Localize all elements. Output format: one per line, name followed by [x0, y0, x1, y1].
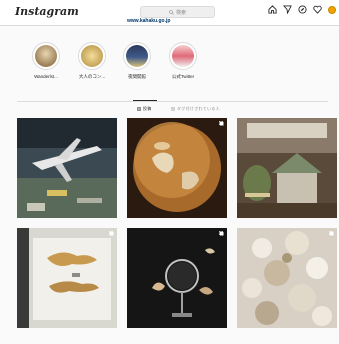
- profile-avatar[interactable]: [328, 5, 336, 14]
- grid-icon: [137, 107, 141, 111]
- post-image: [17, 118, 117, 218]
- post-image: [237, 118, 337, 218]
- search-placeholder: 検索: [175, 9, 186, 16]
- explore-icon[interactable]: [298, 5, 307, 14]
- multiple-photos-icon: [219, 231, 224, 236]
- instagram-logo[interactable]: Instagram: [15, 5, 79, 18]
- post-magnifier-display[interactable]: [127, 228, 227, 328]
- story-highlights: Wanderlst... 大人のコン... 夜間開館 公式Twitter: [0, 42, 339, 87]
- highlight-night-opening[interactable]: 夜間開館: [117, 42, 157, 80]
- multiple-photos-icon: [219, 121, 224, 126]
- post-shells-collection[interactable]: [237, 228, 337, 328]
- post-globe-sphere[interactable]: [127, 118, 227, 218]
- search-input[interactable]: 検索: [140, 6, 215, 18]
- search-icon: [169, 9, 174, 15]
- post-image: [17, 228, 117, 328]
- multiple-photos-icon: [109, 231, 114, 236]
- multiple-photos-icon: [329, 231, 334, 236]
- home-icon[interactable]: [268, 5, 277, 14]
- highlight-official-twitter[interactable]: 公式Twitter: [163, 42, 203, 80]
- tab-posts[interactable]: 投稿: [133, 100, 157, 112]
- tabs-divider: [17, 101, 328, 102]
- tag-icon: [171, 107, 175, 111]
- heart-icon[interactable]: [313, 5, 322, 14]
- direct-icon[interactable]: [283, 5, 292, 14]
- highlight-wanderlust[interactable]: Wanderlst...: [26, 42, 66, 79]
- post-airplane-hall[interactable]: [17, 118, 117, 218]
- tab-tagged[interactable]: タグ付けされている人: [171, 106, 220, 112]
- post-house-diorama[interactable]: [237, 118, 337, 218]
- post-image: [237, 228, 337, 328]
- profile-website-link[interactable]: www.kahaku.go.jp: [127, 18, 170, 24]
- post-image: [127, 118, 227, 218]
- highlight-adult-concert[interactable]: 大人のコン...: [72, 42, 112, 80]
- post-coral-specimen[interactable]: [17, 228, 117, 328]
- post-image: [127, 228, 227, 328]
